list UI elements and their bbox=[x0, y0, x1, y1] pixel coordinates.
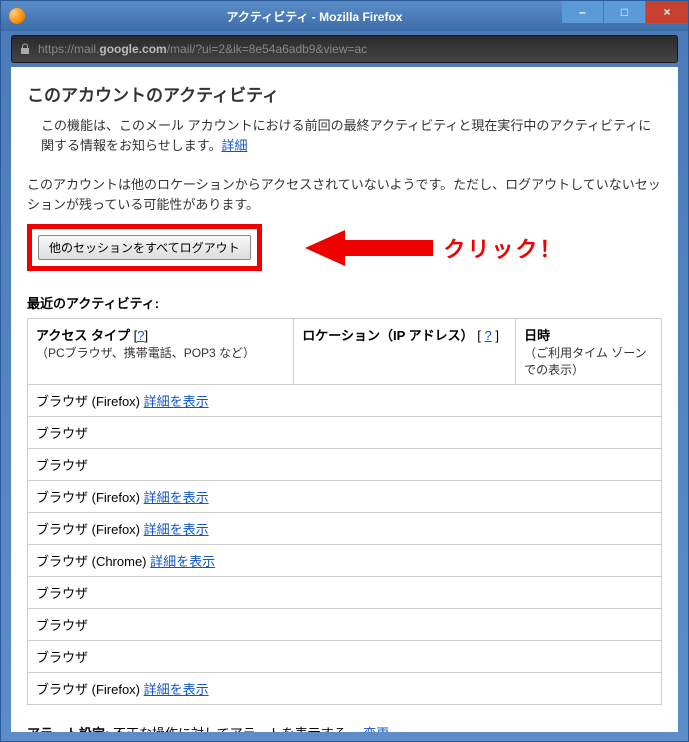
access-type-cell: ブラウザ bbox=[28, 641, 662, 673]
table-row: ブラウザ bbox=[28, 609, 662, 641]
show-details-link[interactable]: 詳細を表示 bbox=[144, 394, 209, 409]
logout-row: 他のセッションをすべてログアウト クリック！ bbox=[27, 224, 662, 271]
page-content: このアカウントのアクティビティ この機能は、このメール アカウントにおける前回の… bbox=[11, 67, 678, 732]
alert-change-link[interactable]: 変更 bbox=[363, 726, 389, 732]
alert-settings-row: アラート設定: 不正な操作に対してアラートを表示する。 変更 bbox=[27, 723, 662, 732]
titlebar: アクティビティ - Mozilla Firefox – □ × bbox=[1, 1, 688, 31]
show-details-link[interactable]: 詳細を表示 bbox=[144, 490, 209, 505]
annotation-highlight-box: 他のセッションをすべてログアウト bbox=[27, 224, 262, 271]
page-title: このアカウントのアクティビティ bbox=[27, 81, 662, 106]
access-type-cell: ブラウザ bbox=[28, 577, 662, 609]
access-type-cell: ブラウザ bbox=[28, 449, 662, 481]
maximize-button[interactable]: □ bbox=[604, 1, 646, 23]
annotation-arrow: クリック！ bbox=[305, 230, 563, 266]
lock-icon bbox=[18, 42, 32, 56]
col-access-type: アクセス タイプ [?] （PCブラウザ、携帯電話、POP3 など） bbox=[28, 319, 294, 385]
url-bar-container: https://mail.google.com/mail/?ui=2&ik=8e… bbox=[11, 35, 678, 63]
col-datetime: 日時 （ご利用タイム ゾーンでの表示） bbox=[516, 319, 662, 385]
table-header-row: アクセス タイプ [?] （PCブラウザ、携帯電話、POP3 など） ロケーショ… bbox=[28, 319, 662, 385]
arrow-icon bbox=[305, 230, 435, 266]
click-annotation: クリック！ bbox=[443, 232, 563, 264]
table-row: ブラウザ (Firefox) 詳細を表示 bbox=[28, 513, 662, 545]
help-link-access-type[interactable]: ? bbox=[137, 328, 144, 343]
show-details-link[interactable]: 詳細を表示 bbox=[150, 554, 215, 569]
alert-settings-label: アラート設定: bbox=[27, 726, 109, 732]
table-row: ブラウザ bbox=[28, 449, 662, 481]
access-type-cell: ブラウザ (Firefox) 詳細を表示 bbox=[28, 481, 662, 513]
minimize-button[interactable]: – bbox=[562, 1, 604, 23]
access-type-cell: ブラウザ (Firefox) 詳細を表示 bbox=[28, 673, 662, 705]
access-type-cell: ブラウザ (Firefox) 詳細を表示 bbox=[28, 513, 662, 545]
details-link[interactable]: 詳細 bbox=[221, 138, 247, 153]
activity-table: アクセス タイプ [?] （PCブラウザ、携帯電話、POP3 など） ロケーショ… bbox=[27, 318, 662, 705]
table-row: ブラウザ (Firefox) 詳細を表示 bbox=[28, 673, 662, 705]
table-row: ブラウザ bbox=[28, 577, 662, 609]
table-row: ブラウザ (Chrome) 詳細を表示 bbox=[28, 545, 662, 577]
logout-all-sessions-button[interactable]: 他のセッションをすべてログアウト bbox=[38, 235, 251, 260]
access-type-cell: ブラウザ (Firefox) 詳細を表示 bbox=[28, 385, 662, 417]
access-type-cell: ブラウザ bbox=[28, 609, 662, 641]
help-link-location[interactable]: ? bbox=[485, 328, 492, 343]
table-row: ブラウザ bbox=[28, 641, 662, 673]
show-details-link[interactable]: 詳細を表示 bbox=[144, 682, 209, 697]
window-buttons: – □ × bbox=[562, 1, 688, 23]
status-text: このアカウントは他のロケーションからアクセスされていないようです。ただし、ログア… bbox=[27, 175, 662, 214]
firefox-icon bbox=[9, 8, 25, 24]
intro-text: この機能は、このメール アカウントにおける前回の最終アクティビティと現在実行中の… bbox=[27, 116, 662, 155]
table-row: ブラウザ (Firefox) 詳細を表示 bbox=[28, 481, 662, 513]
show-details-link[interactable]: 詳細を表示 bbox=[144, 522, 209, 537]
firefox-window: アクティビティ - Mozilla Firefox – □ × https://… bbox=[0, 0, 689, 742]
url-bar[interactable]: https://mail.google.com/mail/?ui=2&ik=8e… bbox=[11, 35, 678, 63]
access-type-cell: ブラウザ bbox=[28, 417, 662, 449]
table-row: ブラウザ bbox=[28, 417, 662, 449]
close-button[interactable]: × bbox=[646, 1, 688, 23]
table-row: ブラウザ (Firefox) 詳細を表示 bbox=[28, 385, 662, 417]
recent-activity-label: 最近のアクティビティ: bbox=[27, 293, 662, 312]
col-location: ロケーション（IP アドレス） [ ? ] bbox=[294, 319, 516, 385]
access-type-cell: ブラウザ (Chrome) 詳細を表示 bbox=[28, 545, 662, 577]
url-text: https://mail.google.com/mail/?ui=2&ik=8e… bbox=[38, 42, 671, 56]
